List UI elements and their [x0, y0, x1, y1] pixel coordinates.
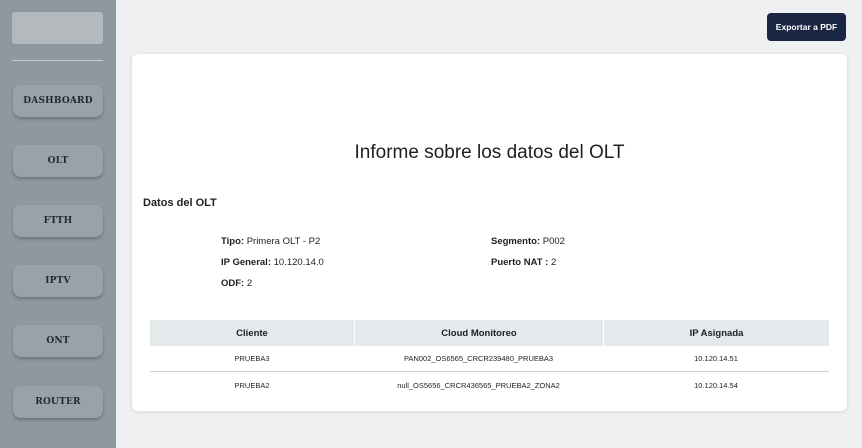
field-segmento: Segmento: P002: [491, 236, 565, 247]
row-divider: [150, 371, 829, 372]
field-tipo-label: Tipo:: [221, 236, 245, 247]
sidebar-item-ftth[interactable]: FTTH: [13, 205, 103, 237]
sidebar-divider: [12, 60, 103, 61]
sidebar-item-ont[interactable]: ONT: [13, 325, 103, 357]
field-odf-label: ODF:: [221, 278, 245, 289]
sidebar-item-iptv[interactable]: IPTV: [13, 265, 103, 297]
field-puerto-nat: Puerto NAT : 2: [491, 257, 556, 268]
field-nat-label: Puerto NAT :: [491, 257, 549, 268]
column-header-ip-asignada: IP Asignada: [603, 320, 829, 346]
logo: [12, 12, 103, 44]
field-odf: ODF: 2: [221, 278, 252, 289]
field-nat-value: 2: [551, 257, 557, 268]
cell-ip-asignada: 10.120.14.54: [694, 380, 738, 390]
section-title: Datos del OLT: [143, 197, 217, 209]
sidebar-item-router[interactable]: ROUTER: [13, 386, 103, 418]
field-tipo: Tipo: Primera OLT - P2: [221, 236, 320, 247]
table-header: Cliente Cloud Monitoreo IP Asignada: [150, 320, 829, 346]
table-row: PRUEBA2 null_OS5656_CRCR436565_PRUEBA2_Z…: [150, 373, 829, 397]
column-header-cliente: Cliente: [236, 327, 268, 339]
sidebar-item-dashboard[interactable]: DASHBOARD: [13, 85, 103, 117]
field-segmento-value: P002: [542, 236, 565, 247]
sidebar-item-olt[interactable]: OLT: [13, 145, 103, 177]
cell-cloud-monitoreo: PAN002_OS6565_CRCR239480_PRUEBA3: [403, 353, 554, 363]
cell-cliente: PRUEBA2: [234, 380, 270, 390]
field-segmento-label: Segmento:: [491, 236, 541, 247]
cell-ip-asignada: 10.120.14.51: [694, 353, 738, 363]
field-ip-value: 10.120.14.0: [273, 257, 324, 268]
report-card: Informe sobre los datos del OLT Datos de…: [132, 54, 847, 411]
field-tipo-value: Primera OLT - P2: [246, 236, 321, 247]
sidebar: DASHBOARD OLT FTTH IPTV ONT ROUTER: [0, 0, 116, 448]
table-row: PRUEBA3 PAN002_OS6565_CRCR239480_PRUEBA3…: [150, 346, 829, 370]
cell-cliente: PRUEBA3: [234, 353, 270, 363]
export-pdf-button[interactable]: Exportar a PDF: [767, 13, 846, 41]
field-ip-label: IP General:: [221, 257, 271, 268]
column-header-cloud-monitoreo: Cloud Monitoreo: [354, 320, 603, 346]
field-ip-general: IP General: 10.120.14.0: [221, 257, 324, 268]
cell-cloud-monitoreo: null_OS5656_CRCR436565_PRUEBA2_ZONA2: [397, 380, 560, 390]
report-title: Informe sobre los datos del OLT: [354, 142, 625, 163]
field-odf-value: 2: [246, 278, 253, 289]
